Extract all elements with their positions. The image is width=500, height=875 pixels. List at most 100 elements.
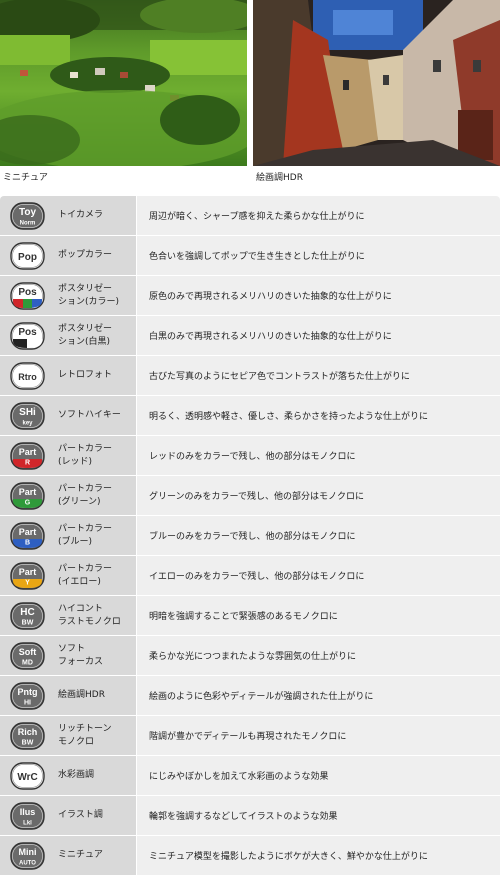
effect-badge-shape: Mini AUTO — [10, 842, 45, 870]
effect-description-cell: グリーンのみをカラーで残し、他の部分はモノクロに — [137, 476, 500, 515]
effect-row: SHi key ソフトハイキー 明るく、透明感や軽さ、優しさ、柔らかさを持ったよ… — [0, 396, 500, 436]
effect-label-cell: HC BW ハイコント ラストモノクロ — [0, 596, 136, 635]
effect-description-cell: 白黒のみで再現されるメリハリのきいた抽象的な仕上がりに — [137, 316, 500, 355]
effect-badge-bottom: BW — [22, 620, 34, 627]
effect-label-cell: Pos ポスタリゼー ション(白黒) — [0, 316, 136, 355]
effects-table: Toy Norm トイカメラ 周辺が暗く、シャープ感を抑えた柔らかな仕上がりに … — [0, 196, 500, 875]
effect-description-cell: 絵画のように色彩やディテールが強調された仕上がりに — [137, 676, 500, 715]
effect-name: ポスタリゼー ション(白黒) — [58, 324, 113, 347]
effect-label-cell: Rich BW リッチトーン モノクロ — [0, 716, 136, 755]
effect-label-cell: Toy Norm トイカメラ — [0, 196, 136, 235]
effect-label-cell: Pop ポップカラー — [0, 236, 136, 275]
painting-hdr-sample-photo — [253, 0, 500, 166]
effect-label-cell: SHi key ソフトハイキー — [0, 396, 136, 435]
effect-badge-bottom: HI — [24, 700, 31, 707]
effect-row: HC BW ハイコント ラストモノクロ 明暗を強調することで緊張感のあるモノクロ… — [0, 596, 500, 636]
effect-row: Rich BW リッチトーン モノクロ 階調が豊かでディテールも再現されたモノク… — [0, 716, 500, 756]
effect-badge-bottom: R — [25, 460, 30, 467]
effect-name: ハイコント ラストモノクロ — [58, 604, 121, 627]
effect-row: Part B パートカラー (ブルー) ブルーのみをカラーで残し、他の部分はモノ… — [0, 516, 500, 556]
effect-row: Pos ポスタリゼー ション(カラー) 原色のみで再現されるメリハリのきいた抽象… — [0, 276, 500, 316]
effect-description-cell: 明暗を強調することで緊張感のあるモノクロに — [137, 596, 500, 635]
effect-badge-icon: Toy Norm — [10, 202, 45, 230]
effect-badge-icon: Pop — [10, 242, 45, 270]
effect-badge-shape: Ilus Lkl — [10, 802, 45, 830]
effect-badge-bottom: key — [22, 421, 33, 427]
effect-badge-icon: Mini AUTO — [10, 842, 45, 870]
effect-badge-bottom: G — [25, 500, 31, 507]
effect-name: ミニチュア — [58, 850, 103, 861]
effect-badge-icon: Pos — [10, 322, 45, 350]
effect-badge-icon: WrC — [10, 762, 45, 790]
effect-badge-shape: Part R — [10, 442, 45, 470]
effect-label-cell: Soft MD ソフト フォーカス — [0, 636, 136, 675]
effect-row: Pos ポスタリゼー ション(白黒) 白黒のみで再現されるメリハリのきいた抽象的… — [0, 316, 500, 356]
effect-description-cell: にじみやぼかしを加えて水彩画のような効果 — [137, 756, 500, 795]
effect-badge-icon: Rich BW — [10, 722, 45, 750]
effect-label-cell: Pos ポスタリゼー ション(カラー) — [0, 276, 136, 315]
effect-description-cell: 階調が豊かでディテールも再現されたモノクロに — [137, 716, 500, 755]
effect-badge-icon: Soft MD — [10, 642, 45, 670]
effect-name: リッチトーン モノクロ — [58, 724, 112, 747]
effect-badge-shape: HC BW — [10, 602, 45, 630]
effect-badge-shape: Pos — [10, 282, 45, 310]
effect-badge-top: Part — [19, 447, 37, 457]
effect-label-cell: Ilus Lkl イラスト調 — [0, 796, 136, 835]
effect-description-cell: ミニチュア模型を撮影したようにボケが大きく、鮮やかな仕上がりに — [137, 836, 500, 875]
effect-description-cell: レッドのみをカラーで残し、他の部分はモノクロに — [137, 436, 500, 475]
effect-badge-bottom: AUTO — [19, 861, 36, 867]
effect-badge-shape: Rtro — [10, 362, 45, 390]
effect-badge-icon: SHi key — [10, 402, 45, 430]
effect-name: トイカメラ — [58, 210, 104, 221]
effect-badge-icon: Part G — [10, 482, 45, 510]
effect-badge-bottom: Lkl — [23, 821, 32, 827]
effect-badge-shape: Toy Norm — [10, 202, 45, 230]
effect-description-cell: ブルーのみをカラーで残し、他の部分はモノクロに — [137, 516, 500, 555]
effect-badge-icon: Part B — [10, 522, 45, 550]
effect-badge-shape: Soft MD — [10, 642, 45, 670]
effect-badge-top: Pop — [18, 252, 37, 263]
effect-badge-shape: Part Y — [10, 562, 45, 590]
effect-badge-bottom: MD — [22, 660, 33, 667]
effect-badge-shape: WrC — [10, 762, 45, 790]
effect-label-cell: Part R パートカラー (レッド) — [0, 436, 136, 475]
effect-description: ミニチュア模型を撮影したようにボケが大きく、鮮やかな仕上がりに — [149, 852, 428, 862]
effect-badge-bottom: Y — [25, 580, 30, 587]
effect-badge-top: Ilus — [20, 807, 36, 817]
effect-badge-top: Rtro — [18, 372, 37, 382]
effect-description-cell: 柔らかな光につつまれたような雰囲気の仕上がりに — [137, 636, 500, 675]
effect-badge-icon: Part R — [10, 442, 45, 470]
effect-row: Ilus Lkl イラスト調 輪郭を強調するなどしてイラストのような効果 — [0, 796, 500, 836]
effect-name: 絵画調HDR — [58, 690, 105, 701]
hdr-caption: 絵画調HDR — [256, 173, 303, 183]
effect-name: ポスタリゼー ション(カラー) — [58, 284, 120, 307]
effect-description: 周辺が暗く、シャープ感を抑えた柔らかな仕上がりに — [149, 212, 365, 222]
effect-description-cell: イエローのみをカラーで残し、他の部分はモノクロに — [137, 556, 500, 595]
effect-name: パートカラー (イエロー) — [58, 564, 113, 587]
effect-badge-icon: Pntg HI — [10, 682, 45, 710]
effect-row: Part R パートカラー (レッド) レッドのみをカラーで残し、他の部分はモノ… — [0, 436, 500, 476]
effect-badge-shape: Pntg HI — [10, 682, 45, 710]
effect-row: Mini AUTO ミニチュア ミニチュア模型を撮影したようにボケが大きく、鮮や… — [0, 836, 500, 875]
effect-badge-shape: Rich BW — [10, 722, 45, 750]
effect-row: Part Y パートカラー (イエロー) イエローのみをカラーで残し、他の部分は… — [0, 556, 500, 596]
effect-badge-icon: Part Y — [10, 562, 45, 590]
effect-row: Rtro レトロフォト 古びた写真のようにセピア色でコントラストが落ちた仕上がり… — [0, 356, 500, 396]
effect-name: ソフトハイキー — [58, 410, 121, 421]
effect-badge-shape: Part G — [10, 482, 45, 510]
effect-badge-shape: Pop — [10, 242, 45, 270]
effect-description: ブルーのみをカラーで残し、他の部分はモノクロに — [149, 532, 356, 542]
effect-description: イエローのみをカラーで残し、他の部分はモノクロに — [149, 572, 365, 582]
effect-label-cell: Rtro レトロフォト — [0, 356, 136, 395]
effect-name: パートカラー (グリーン) — [58, 484, 113, 507]
effect-badge-top: SHi — [19, 407, 36, 418]
effect-badge-icon: HC BW — [10, 602, 45, 630]
effect-description-cell: 古びた写真のようにセピア色でコントラストが落ちた仕上がりに — [137, 356, 500, 395]
effect-description: 明暗を強調することで緊張感のあるモノクロに — [149, 612, 338, 622]
sample-photos: ミニチュア 絵画調HDR — [0, 0, 500, 190]
effect-description-cell: 色合いを強調してポップで生き生きとした仕上がりに — [137, 236, 500, 275]
effect-badge-icon: Ilus Lkl — [10, 802, 45, 830]
effect-name: ソフト フォーカス — [58, 644, 104, 667]
effect-description: にじみやぼかしを加えて水彩画のような効果 — [149, 772, 329, 782]
effect-description: 絵画のように色彩やディテールが強調された仕上がりに — [149, 692, 374, 702]
